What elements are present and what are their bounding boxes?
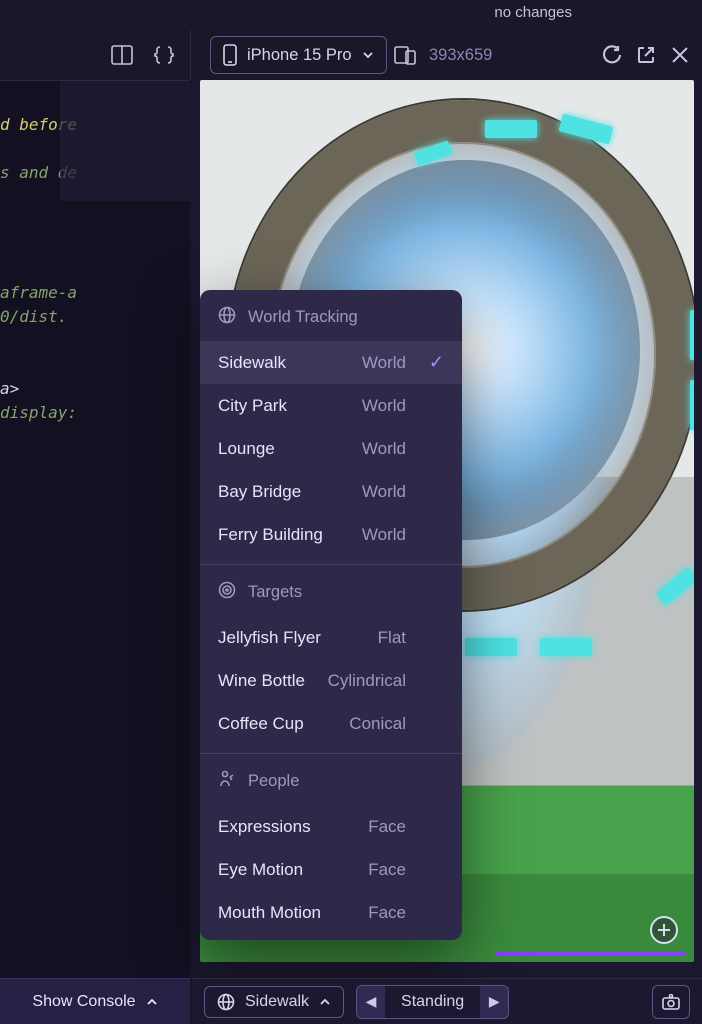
code-line (0, 353, 190, 377)
dropdown-item[interactable]: Ferry BuildingWorld✓ (200, 513, 462, 556)
dropdown-item-name: Jellyfish Flyer (218, 628, 321, 648)
toolbar: iPhone 15 Pro 393x659 (0, 30, 702, 80)
dropdown-section-header: Targets (200, 565, 462, 616)
chevron-down-icon (362, 49, 374, 61)
dropdown-item-type: Cylindrical (328, 671, 406, 691)
phone-icon (223, 44, 237, 66)
dropdown-item-type: World (362, 525, 406, 545)
chevron-up-icon (319, 996, 331, 1008)
dropdown-section-header: People (200, 754, 462, 805)
code-line: aframe-a (0, 281, 190, 305)
dropdown-item[interactable]: Mouth MotionFace✓ (200, 891, 462, 934)
dropdown-item[interactable]: Sidewalk World ✓ (200, 341, 462, 384)
dropdown-item-type: World (362, 439, 406, 459)
dropdown-section-title: World Tracking (248, 308, 358, 327)
dropdown-item[interactable]: LoungeWorld✓ (200, 427, 462, 470)
split-columns-icon[interactable] (110, 43, 134, 67)
globe-icon (218, 306, 236, 329)
scene-dropdown: World Tracking Sidewalk World ✓ City Park Wor… (200, 290, 462, 940)
dropdown-item-type: Face (368, 903, 406, 923)
pose-stepper: ◀ Standing ▶ (356, 985, 509, 1019)
code-line (0, 329, 190, 353)
pose-next-button[interactable]: ▶ (480, 986, 508, 1018)
dropdown-item-name: Coffee Cup (218, 714, 304, 734)
dropdown-item-type: Conical (349, 714, 406, 734)
recenter-icon[interactable] (650, 916, 678, 944)
person-icon (218, 770, 236, 793)
dropdown-item-name: Wine Bottle (218, 671, 305, 691)
code-line (0, 257, 190, 281)
code-line: a> (0, 377, 190, 401)
dropdown-item-name: Eye Motion (218, 860, 303, 880)
dropdown-item-type: Face (368, 817, 406, 837)
dropdown-item-type: Face (368, 860, 406, 880)
dropdown-item[interactable]: Bay BridgeWorld✓ (200, 470, 462, 513)
dropdown-item-name: Bay Bridge (218, 482, 301, 502)
braces-icon[interactable] (152, 43, 176, 67)
dropdown-item-name: Mouth Motion (218, 903, 321, 923)
dropdown-item-name: Expressions (218, 817, 311, 837)
dropdown-item[interactable]: Coffee CupConical✓ (200, 702, 462, 745)
responsive-icon[interactable] (393, 43, 417, 67)
show-console-button[interactable]: Show Console (0, 978, 190, 1024)
minimap[interactable] (60, 81, 190, 201)
code-line: display: (0, 401, 190, 425)
pose-label: Standing (385, 993, 480, 1011)
dropdown-item-type: Flat (378, 628, 406, 648)
close-icon[interactable] (668, 43, 692, 67)
dimensions-text: 393x659 (429, 46, 492, 65)
device-label: iPhone 15 Pro (247, 46, 352, 65)
dropdown-item[interactable]: Wine BottleCylindrical✓ (200, 659, 462, 702)
dropdown-section-title: People (248, 772, 299, 791)
pose-prev-button[interactable]: ◀ (357, 986, 385, 1018)
dropdown-item-name: City Park (218, 396, 287, 416)
dropdown-item-type: World (362, 353, 406, 373)
code-line (0, 209, 190, 233)
console-label: Show Console (32, 993, 135, 1011)
code-line: 0/dist. (0, 305, 190, 329)
camera-button[interactable] (652, 985, 690, 1019)
target-icon (218, 581, 236, 604)
footer-bar: Sidewalk ◀ Standing ▶ (192, 978, 702, 1024)
dropdown-item-name: Ferry Building (218, 525, 323, 545)
reload-icon[interactable] (600, 43, 624, 67)
code-editor[interactable]: d before s and de aframe-a0/dist. a>disp… (0, 80, 190, 985)
dropdown-item-name: Lounge (218, 439, 275, 459)
check-icon: ✓ (424, 352, 444, 373)
dropdown-item[interactable]: City ParkWorld✓ (200, 384, 462, 427)
open-external-icon[interactable] (634, 43, 658, 67)
status-bar: no changes (494, 4, 702, 28)
status-text: no changes (494, 4, 572, 21)
scene-label: Sidewalk (245, 993, 309, 1011)
scene-selector[interactable]: Sidewalk (204, 986, 344, 1018)
dropdown-section-header: World Tracking (200, 290, 462, 341)
device-selector[interactable]: iPhone 15 Pro (210, 36, 387, 74)
dropdown-section-title: Targets (248, 583, 302, 602)
dropdown-item[interactable]: Eye MotionFace✓ (200, 848, 462, 891)
dropdown-item-type: World (362, 396, 406, 416)
dropdown-item[interactable]: Jellyfish FlyerFlat✓ (200, 616, 462, 659)
dropdown-item-name: Sidewalk (218, 353, 286, 373)
dropdown-item-type: World (362, 482, 406, 502)
code-line (0, 233, 190, 257)
chevron-up-icon (146, 996, 158, 1008)
timeline-track[interactable] (208, 951, 686, 956)
dropdown-item[interactable]: ExpressionsFace✓ (200, 805, 462, 848)
globe-icon (217, 993, 235, 1011)
